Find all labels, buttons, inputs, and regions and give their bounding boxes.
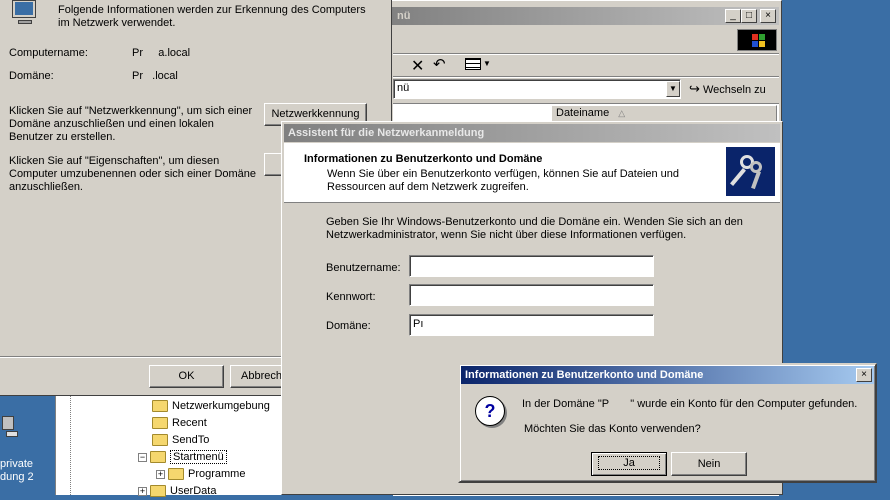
collapse-icon[interactable]: − bbox=[138, 452, 147, 462]
windows-logo-icon bbox=[737, 29, 777, 51]
go-arrow-icon: ↪ bbox=[689, 81, 700, 96]
msgbox-message-line1: In der Domäne "P " wurde ein Konto für d… bbox=[522, 398, 858, 410]
tree-item[interactable]: Netzwerkumgebung bbox=[152, 398, 270, 415]
tree-item[interactable]: SendTo bbox=[152, 432, 209, 449]
folder-icon bbox=[152, 417, 168, 430]
open-folder-icon bbox=[150, 451, 166, 464]
tree-item[interactable]: + Programme bbox=[156, 466, 245, 483]
msgbox-title: Informationen zu Benutzerkonto und Domän… bbox=[465, 369, 704, 381]
keys-icon bbox=[726, 147, 775, 196]
network-connection-icon bbox=[2, 416, 20, 440]
expand-icon[interactable]: + bbox=[156, 469, 165, 479]
properties-text: Klicken Sie auf "Eigenschaften", um dies… bbox=[9, 155, 257, 193]
yes-button[interactable]: Ja bbox=[591, 452, 667, 476]
folder-icon bbox=[150, 485, 166, 498]
tree-item[interactable]: + UserData bbox=[138, 483, 216, 500]
username-label: Benutzername: bbox=[326, 262, 401, 274]
desktop-icon-network[interactable]: private dung 2 bbox=[0, 412, 44, 495]
wizard-header: Informationen zu Benutzerkonto und Domän… bbox=[284, 143, 780, 203]
wizard-titlebar[interactable]: Assistent für die Netzwerkanmeldung bbox=[284, 124, 780, 142]
expand-icon[interactable]: + bbox=[138, 486, 147, 496]
confirm-message-box: Informationen zu Benutzerkonto und Domän… bbox=[458, 363, 877, 483]
password-field[interactable] bbox=[409, 284, 654, 306]
maximize-button[interactable]: □ bbox=[741, 9, 757, 23]
wizard-instructions: Geben Sie Ihr Windows-Benutzerkonto und … bbox=[326, 216, 743, 241]
column-header-filename[interactable]: Dateiname △ bbox=[551, 105, 777, 122]
ok-button[interactable]: OK bbox=[149, 365, 224, 388]
tree-item[interactable]: Recent bbox=[152, 415, 207, 432]
wizard-header-title: Informationen zu Benutzerkonto und Domän… bbox=[304, 153, 543, 165]
domain-field-label: Domäne: bbox=[326, 320, 371, 332]
domain-label: Domäne: bbox=[9, 70, 54, 82]
go-button[interactable]: ↪ Wechseln zu bbox=[689, 79, 775, 99]
minimize-button[interactable]: _ bbox=[725, 9, 741, 23]
msgbox-close-button[interactable]: × bbox=[856, 368, 872, 382]
sort-up-icon: △ bbox=[618, 108, 626, 118]
programs-folder-icon bbox=[168, 468, 184, 481]
network-id-text: Klicken Sie auf "Netzwerkkennung", um si… bbox=[9, 105, 253, 143]
address-dropdown-button[interactable]: ▼ bbox=[666, 81, 680, 97]
views-icon[interactable] bbox=[465, 58, 481, 70]
folder-icon bbox=[152, 434, 168, 447]
chevron-down-icon[interactable]: ▼ bbox=[483, 59, 491, 68]
msgbox-titlebar[interactable]: Informationen zu Benutzerkonto und Domän… bbox=[461, 366, 874, 384]
domain-value: Pr .local bbox=[132, 70, 178, 82]
intro-text: Folgende Informationen werden zur Erkenn… bbox=[58, 4, 366, 29]
undo-icon[interactable]: ↶ bbox=[433, 55, 446, 73]
computer-name-value: Pr a.local bbox=[132, 47, 191, 59]
folder-tree-pane: Netzwerkumgebung Recent SendTo − Startmen… bbox=[55, 396, 285, 498]
delete-icon[interactable]: ✕ bbox=[411, 56, 424, 76]
toolbar: ✕ ↶ ▼ bbox=[393, 55, 779, 75]
question-icon: ? bbox=[475, 396, 505, 426]
address-field[interactable]: nü bbox=[393, 79, 681, 99]
computer-icon bbox=[10, 0, 42, 26]
folder-icon bbox=[152, 400, 168, 413]
domain-field[interactable]: Pı bbox=[409, 314, 654, 336]
msgbox-message-line2: Möchten Sie das Konto verwenden? bbox=[524, 423, 701, 435]
no-button[interactable]: Nein bbox=[671, 452, 747, 476]
wizard-header-desc: Wenn Sie über ein Benutzerkonto verfügen… bbox=[327, 168, 680, 193]
username-field[interactable] bbox=[409, 255, 654, 277]
wizard-title: Assistent für die Netzwerkanmeldung bbox=[288, 127, 485, 139]
password-label: Kennwort: bbox=[326, 291, 376, 303]
close-button[interactable]: × bbox=[760, 9, 776, 23]
desktop-icon-label: private dung 2 bbox=[0, 458, 34, 483]
explorer-titlebar[interactable]: nü bbox=[385, 7, 779, 25]
explorer-title: nü bbox=[397, 10, 411, 22]
tree-item-selected[interactable]: − Startmenü bbox=[138, 449, 227, 466]
computer-name-label: Computername: bbox=[9, 47, 88, 59]
